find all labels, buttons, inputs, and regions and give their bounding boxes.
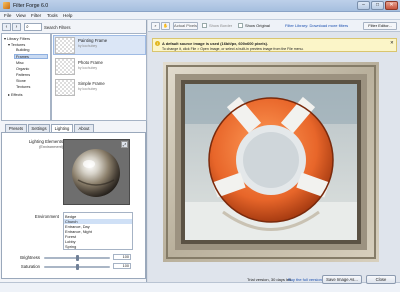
show-original-label[interactable]: Show Original (245, 23, 270, 28)
saturation-label: Saturation (20, 264, 40, 269)
environment-list[interactable]: Bedge Church Entrance, Day Entrance, Nig… (63, 212, 133, 250)
lighting-subtitle: (Environment) (39, 145, 63, 149)
filter-editor-button[interactable]: Filter Editor... (363, 22, 397, 30)
menu-tools[interactable]: Tools (47, 13, 58, 18)
filter-author: by kochubey (78, 87, 98, 91)
tree-item-patterns[interactable]: Patterns (16, 73, 30, 77)
preview-toolbar: ⌕ ✋ Actual Pixels Show Border Show Origi… (148, 20, 400, 32)
trial-status-text: Trial version, 30 days left. (247, 277, 293, 282)
forward-arrow-icon[interactable]: › (12, 23, 21, 31)
info-icon: ! (155, 41, 160, 46)
tree-item-textures-group[interactable]: ▾ Textures (8, 42, 25, 47)
search-filters-label[interactable]: Search Filters (44, 25, 71, 30)
filter-author: by kochubey (78, 66, 98, 70)
show-border-label[interactable]: Show Border (209, 23, 232, 28)
tree-item-stone[interactable]: Stone (16, 79, 26, 83)
filter-list: Painting Frame by kochubey Photo Frame b… (51, 33, 147, 121)
tree-effects-label: Effects (10, 93, 23, 97)
info-line-1: A default source image is used (16bit/px… (162, 41, 269, 46)
filter-name[interactable]: Photo Frame (78, 60, 103, 65)
environment-preview[interactable]: ⤢ (63, 139, 130, 205)
tab-settings[interactable]: Settings (28, 124, 50, 132)
tree-item-frames[interactable]: Frames (14, 54, 48, 59)
filter-library-link[interactable]: Filter Library: Download more filters (285, 23, 348, 28)
title-bar: Filter Forge 6.0 – □ ✕ (0, 0, 400, 12)
back-arrow-icon[interactable]: ‹ (2, 23, 11, 31)
tab-about[interactable]: About (74, 124, 94, 132)
environment-option[interactable]: Spring (65, 244, 76, 249)
close-button[interactable]: Close (366, 275, 396, 284)
framed-life-ring-image (163, 62, 379, 262)
tab-presets[interactable]: Presets (5, 124, 27, 132)
filter-name[interactable]: Painting Frame (78, 38, 107, 43)
close-window-button[interactable]: ✕ (385, 1, 398, 10)
tree-item-library-filters[interactable]: ▾ Library Filters (4, 36, 30, 41)
zoom-icon[interactable]: ⌕ (151, 22, 160, 30)
brightness-slider-knob[interactable] (75, 255, 79, 261)
edit-environment-icon[interactable]: ⤢ (121, 141, 128, 148)
menu-view[interactable]: View (16, 13, 26, 18)
tree-root-label: Library Filters (6, 37, 30, 41)
search-box[interactable]: ⌕ (24, 23, 42, 31)
search-icon: ⌕ (26, 24, 29, 30)
app-logo-icon (3, 2, 10, 9)
filter-thumbnail[interactable] (55, 37, 75, 54)
maximize-button[interactable]: □ (371, 1, 384, 10)
filter-category-tree: ▾ Library Filters ▾ Textures Building Fr… (1, 33, 51, 121)
buy-full-version-link[interactable]: Buy the full version! (288, 277, 323, 282)
menu-help[interactable]: Help (63, 13, 72, 18)
menu-file[interactable]: File (4, 13, 11, 18)
info-line-2: To change it, click File > Open Image, o… (162, 47, 304, 51)
menu-filter[interactable]: Filter (31, 13, 41, 18)
info-banner: ! A default source image is used (16bit/… (152, 38, 397, 52)
tree-item-effects[interactable]: ▸ Effects (8, 92, 23, 97)
filter-thumbnail[interactable] (55, 79, 75, 96)
brightness-label: Brightness (20, 255, 40, 260)
saturation-slider[interactable] (44, 264, 110, 270)
tree-textures-label: Textures (10, 43, 26, 47)
lighting-elements-label: Lighting Elements (28, 139, 63, 144)
filter-name[interactable]: Simple Frame (78, 81, 105, 86)
brightness-value[interactable]: 100 (113, 254, 131, 260)
menu-bar: File View Filter Tools Help (0, 12, 400, 20)
saturation-slider-knob[interactable] (75, 264, 79, 270)
tree-item-organic[interactable]: Organic (16, 67, 29, 71)
filter-author: by kochubey (78, 44, 98, 48)
brightness-slider[interactable] (44, 255, 110, 261)
tree-item-building[interactable]: Building (16, 48, 30, 52)
saturation-value[interactable]: 100 (113, 263, 131, 269)
close-banner-icon[interactable]: ✕ (390, 40, 394, 46)
preview-image[interactable] (163, 62, 379, 262)
filter-thumbnail[interactable] (55, 58, 75, 75)
show-original-checkbox[interactable] (238, 23, 243, 28)
tree-item-misc[interactable]: Misc (16, 61, 24, 65)
save-image-button[interactable]: Save Image As... (322, 275, 362, 284)
lighting-panel: Lighting Elements (Environment) ⤢ Enviro… (1, 132, 146, 279)
hand-icon[interactable]: ✋ (161, 22, 170, 30)
tree-item-textures[interactable]: Textures (16, 85, 30, 89)
actual-pixels-button[interactable]: Actual Pixels (173, 22, 198, 30)
window-title: Filter Forge 6.0 (13, 3, 49, 9)
show-border-checkbox[interactable] (202, 23, 207, 28)
environment-label: Environment (34, 214, 59, 219)
minimize-button[interactable]: – (357, 1, 370, 10)
chrome-sphere-icon (72, 149, 120, 197)
